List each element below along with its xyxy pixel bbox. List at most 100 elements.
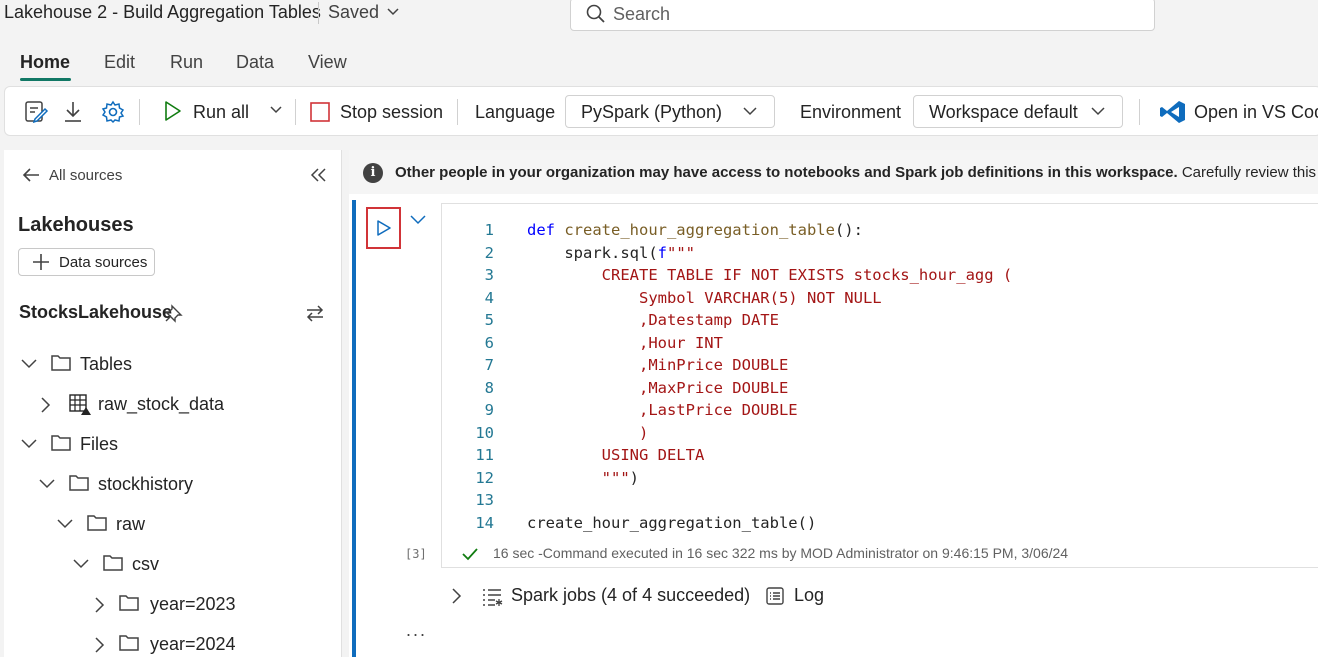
code-line: 2 spark.sql(f""" xyxy=(442,244,1312,266)
chevron-down-icon[interactable] xyxy=(269,103,283,122)
code-text: spark.sql(f""" xyxy=(527,243,695,262)
play-icon xyxy=(377,220,391,236)
environment-dropdown[interactable]: Workspace default xyxy=(913,95,1123,128)
code-text: ,MinPrice DOUBLE xyxy=(527,356,789,374)
vscode-icon[interactable] xyxy=(1159,99,1187,130)
line-number: 12 xyxy=(475,468,494,487)
more-options-button[interactable]: ... xyxy=(406,620,427,641)
title-divider xyxy=(318,2,319,24)
all-sources-link[interactable]: All sources xyxy=(20,164,122,190)
active-tab-indicator xyxy=(20,78,71,81)
code-line: 3 CREATE TABLE IF NOT EXISTS stocks_hour… xyxy=(442,266,1312,288)
code-line: 1 def create_hour_aggregation_table(): xyxy=(442,221,1312,243)
code-text: USING DELTA xyxy=(527,446,705,464)
code-line: 14 create_hour_aggregation_table() xyxy=(442,514,1312,536)
active-cell-indicator xyxy=(352,200,356,657)
run-cell-button[interactable] xyxy=(366,207,401,249)
execution-count: [3] xyxy=(405,547,427,561)
language-value: PySpark (Python) xyxy=(581,102,723,122)
code-text: ,LastPrice DOUBLE xyxy=(527,401,798,419)
code-line: 11 USING DELTA xyxy=(442,446,1312,468)
code-text: def create_hour_aggregation_table(): xyxy=(527,221,863,239)
chevron-down-icon[interactable] xyxy=(386,4,400,23)
tree-item-label: Files xyxy=(80,434,119,454)
search-input[interactable]: Search xyxy=(613,4,670,25)
log-icon xyxy=(765,586,785,611)
code-line: 5 ,Datestamp DATE xyxy=(442,311,1312,333)
folder-icon xyxy=(68,473,90,498)
environment-value: Workspace default xyxy=(929,102,1078,122)
chevron-right-icon[interactable] xyxy=(92,636,106,657)
chevron-down-icon[interactable] xyxy=(409,212,427,231)
lakehouse-name[interactable]: StocksLakehouse xyxy=(19,302,172,323)
chevron-right-icon[interactable] xyxy=(449,587,463,610)
all-sources-label: All sources xyxy=(49,167,123,184)
tree-item-label: raw_stock_data xyxy=(98,394,225,414)
notebook-area: i Other people in your organization may … xyxy=(349,150,1318,657)
language-dropdown[interactable]: PySpark (Python) xyxy=(565,95,775,128)
chevron-down-icon[interactable] xyxy=(72,556,90,575)
line-number: 13 xyxy=(475,491,494,509)
folder-icon xyxy=(118,593,140,618)
stop-session-button[interactable]: Stop session xyxy=(340,102,443,123)
stop-icon[interactable] xyxy=(309,101,331,128)
line-number: 7 xyxy=(484,356,494,374)
download-icon[interactable] xyxy=(61,99,85,130)
code-cell-editor[interactable]: 1 def create_hour_aggregation_table(): 2 s… xyxy=(441,203,1318,568)
code-line: 9 ,LastPrice DOUBLE xyxy=(442,401,1312,423)
notebook-title[interactable]: Lakehouse 2 - Build Aggregation Tables xyxy=(4,2,321,23)
code-text: ,MaxPrice DOUBLE xyxy=(527,378,789,397)
folder-icon xyxy=(102,553,124,578)
plus-icon xyxy=(31,252,51,277)
edit-notebook-icon[interactable] xyxy=(23,99,49,130)
chevron-down-icon[interactable] xyxy=(20,356,38,375)
tree-item-label: Tables xyxy=(80,354,133,374)
folder-icon xyxy=(50,433,72,458)
chevron-down-icon[interactable] xyxy=(20,436,38,455)
line-number: 2 xyxy=(484,243,494,262)
add-data-sources-button[interactable]: Data sources xyxy=(18,248,155,276)
tab-view[interactable]: View xyxy=(308,52,347,73)
code-text: Symbol VARCHAR(5) NOT NULL xyxy=(527,288,882,307)
saved-status[interactable]: Saved xyxy=(328,2,379,23)
tree-item-label: raw xyxy=(116,514,146,534)
tab-edit[interactable]: Edit xyxy=(104,52,135,73)
pin-icon[interactable] xyxy=(164,303,184,328)
chevron-down-icon[interactable] xyxy=(56,516,74,535)
environment-label: Environment xyxy=(800,102,902,122)
line-number: 14 xyxy=(475,513,494,532)
search-box[interactable]: Search xyxy=(570,0,1155,31)
log-button[interactable]: Log xyxy=(794,585,824,606)
code-text: """) xyxy=(527,468,639,487)
line-number: 9 xyxy=(484,401,494,419)
execution-status-text: 16 sec -Command executed in 16 sec 322 m… xyxy=(493,545,1069,561)
chevron-down-icon[interactable] xyxy=(38,476,56,495)
folder-icon xyxy=(118,633,140,657)
settings-gear-icon[interactable] xyxy=(100,99,126,130)
play-icon[interactable] xyxy=(163,99,183,128)
checkmark-icon xyxy=(461,546,479,567)
code-line: 8 ,MaxPrice DOUBLE xyxy=(442,379,1312,401)
info-message: Other people in your organization may ha… xyxy=(395,164,1318,181)
tab-home[interactable]: Home xyxy=(20,52,70,73)
tab-data[interactable]: Data xyxy=(236,52,274,73)
code-text: ) xyxy=(527,423,649,442)
spark-jobs-row[interactable]: Spark jobs (4 of 4 succeeded) Log xyxy=(449,584,1049,608)
code-text: CREATE TABLE IF NOT EXISTS stocks_hour_a… xyxy=(527,266,1013,284)
tree-item-label: year=2024 xyxy=(150,634,236,654)
chevron-right-icon[interactable] xyxy=(38,396,52,419)
collapse-panel-icon[interactable] xyxy=(308,164,328,191)
chevron-down-icon xyxy=(742,104,758,123)
spark-jobs-label[interactable]: Spark jobs (4 of 4 succeeded) xyxy=(511,585,750,606)
chevron-right-icon[interactable] xyxy=(92,596,106,619)
folder-icon xyxy=(50,353,72,378)
tab-run[interactable]: Run xyxy=(170,52,203,73)
data-sources-label: Data sources xyxy=(59,254,148,271)
line-number: 8 xyxy=(484,378,494,397)
spark-jobs-icon xyxy=(481,587,503,612)
switch-lakehouse-icon[interactable] xyxy=(304,302,326,329)
code-line: 7 ,MinPrice DOUBLE xyxy=(442,356,1312,378)
run-all-button[interactable]: Run all xyxy=(193,102,249,123)
open-in-vscode-button[interactable]: Open in VS Code xyxy=(1194,102,1318,123)
code-line: 10 ) xyxy=(442,424,1312,446)
